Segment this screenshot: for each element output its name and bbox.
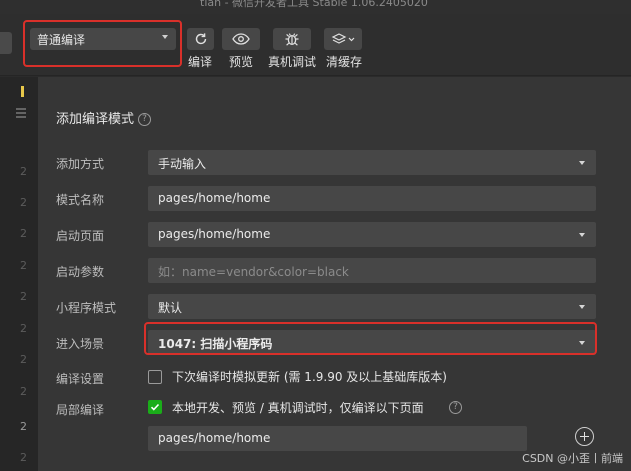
line-number: 2 [20,290,27,303]
watermark: CSDN @小歪丨前端 [522,452,623,465]
highlight-compile-mode [23,20,182,67]
dialog-title-row: 添加编译模式? [56,108,152,127]
eye-icon [232,33,250,45]
start-page-label: 启动页面 [56,229,105,243]
line-number: 2 [20,227,27,240]
preview-button[interactable] [222,28,260,50]
add-method-value: 手动输入 [158,157,207,171]
plus-circle-icon[interactable] [575,427,594,446]
add-compile-mode-dialog: 添加编译模式? 添加方式 手动输入 模式名称 pages/home/home 启… [38,77,631,471]
mp-mode-value: 默认 [158,301,183,315]
clear-cache-label: 清缓存 [326,55,363,69]
simulate-update-text: 下次编译时模拟更新 (需 1.9.90 及以上基础库版本) [172,370,447,384]
check-icon [150,403,160,411]
start-params-input[interactable]: 如：name=vendor&color=black [148,258,596,283]
simulate-update-checkbox[interactable] [148,370,162,384]
add-method-select[interactable]: 手动输入 [148,150,596,175]
active-line-marker [21,86,24,97]
start-params-placeholder: 如：name=vendor&color=black [158,265,349,279]
editor-gutter [0,77,38,471]
list-icon [16,108,26,118]
dialog-title: 添加编译模式 [56,112,135,127]
title-bar: tian - 微信开发者工具 Stable 1.06.2405020 [0,0,631,14]
mp-mode-select[interactable]: 默认 [148,294,596,319]
compile-settings-label: 编译设置 [56,372,105,386]
remote-debug-label: 真机调试 [268,55,317,69]
compile-button[interactable] [187,28,214,50]
start-page-value: pages/home/home [158,227,271,241]
preview-label: 预览 [229,55,254,69]
question-icon[interactable]: ? [449,401,462,414]
add-method-label: 添加方式 [56,157,105,171]
start-page-select[interactable]: pages/home/home [148,222,596,247]
partial-compile-label: 局部编译 [56,403,105,417]
start-params-label: 启动参数 [56,265,105,279]
remote-debug-button[interactable] [273,28,311,50]
partial-page-input[interactable]: pages/home/home [148,426,527,451]
mode-name-input[interactable]: pages/home/home [148,186,596,211]
line-number: 2 [20,451,27,464]
line-number: 2 [20,196,27,209]
compile-label: 编译 [188,55,213,69]
window-title: tian - 微信开发者工具 Stable 1.06.2405020 [200,0,428,9]
highlight-scene [144,322,597,355]
mp-mode-label: 小程序模式 [56,301,117,315]
chevron-down-icon [579,305,585,309]
sidebar-toggle[interactable] [0,32,12,54]
bug-icon [285,33,299,46]
layers-icon [331,33,355,44]
line-number: 2 [20,259,27,272]
line-number: 2 [20,420,27,433]
scene-label: 进入场景 [56,337,105,351]
line-number: 2 [20,353,27,366]
chevron-down-icon [579,233,585,237]
partial-compile-checkbox[interactable] [148,400,162,414]
chevron-down-icon [579,161,585,165]
clear-cache-button[interactable] [324,28,362,50]
line-number: 2 [20,385,27,398]
line-number: 2 [20,165,27,178]
refresh-icon [195,33,206,45]
mode-name-value: pages/home/home [158,191,271,205]
mode-name-label: 模式名称 [56,193,105,207]
line-number: 2 [20,322,27,335]
question-icon[interactable]: ? [138,113,152,126]
partial-page-value: pages/home/home [158,431,271,445]
partial-compile-text: 本地开发、预览 / 真机调试时，仅编译以下页面 [172,401,424,415]
